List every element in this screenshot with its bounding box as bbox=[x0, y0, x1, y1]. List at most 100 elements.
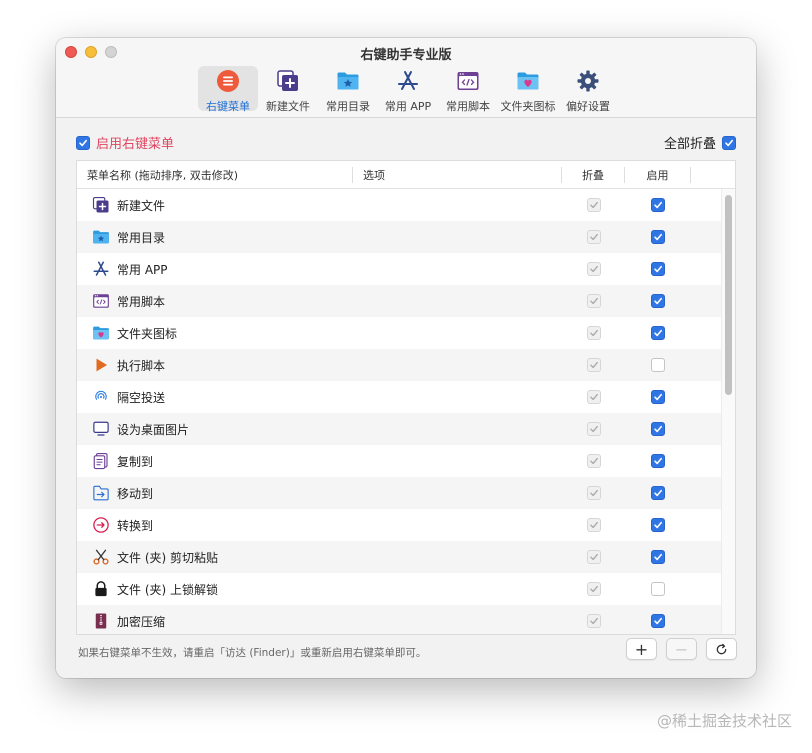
toolbar-tab-label: 右键菜单 bbox=[206, 100, 250, 113]
column-header-enable[interactable]: 启用 bbox=[625, 166, 691, 183]
table-row[interactable]: 复制到 bbox=[77, 445, 735, 477]
collapse-checkbox[interactable] bbox=[586, 582, 601, 596]
menu-table: 菜单名称 (拖动排序, 双击修改) 选项 折叠 启用 新建文件常用目录常用 AP… bbox=[76, 160, 736, 635]
enable-checkbox[interactable] bbox=[651, 326, 665, 340]
row-enable-cell bbox=[625, 518, 691, 532]
collapse-checkbox[interactable] bbox=[586, 294, 601, 308]
enable-checkbox[interactable] bbox=[651, 518, 665, 532]
row-collapse-cell bbox=[562, 422, 625, 436]
row-name-cell[interactable]: 设为桌面图片 bbox=[77, 419, 562, 439]
row-name-cell[interactable]: 文件夹图标 bbox=[77, 323, 562, 343]
enable-checkbox[interactable] bbox=[651, 422, 665, 436]
toolbar-tab-label: 偏好设置 bbox=[566, 100, 610, 113]
table-row[interactable]: 加密压缩 bbox=[77, 605, 735, 634]
collapse-checkbox[interactable] bbox=[586, 198, 601, 212]
collapse-all-label: 全部折叠 bbox=[663, 137, 716, 152]
folder-star-icon bbox=[91, 227, 111, 247]
toolbar-tab-menu[interactable]: 右键菜单 bbox=[198, 66, 258, 113]
row-name-cell[interactable]: 复制到 bbox=[77, 451, 562, 471]
enable-menu-checkbox[interactable] bbox=[76, 135, 90, 150]
row-name-cell[interactable]: 常用脚本 bbox=[77, 291, 562, 311]
table-body: 新建文件常用目录常用 APP 常用脚本文件夹图标执行脚本隔空投送设为桌面图片 复制到… bbox=[77, 189, 735, 634]
column-header-collapse[interactable]: 折叠 bbox=[562, 166, 625, 183]
collapse-checkbox[interactable] bbox=[586, 390, 601, 404]
enable-checkbox[interactable] bbox=[651, 486, 665, 500]
row-name-cell[interactable]: 执行脚本 bbox=[77, 355, 562, 375]
collapse-checkbox[interactable] bbox=[586, 614, 601, 628]
row-name-cell[interactable]: 文件 (夹) 剪切粘贴 bbox=[77, 547, 562, 567]
table-row[interactable]: 移动到 bbox=[77, 477, 735, 509]
row-collapse-cell bbox=[562, 262, 625, 276]
enable-checkbox[interactable] bbox=[651, 358, 665, 372]
vertical-scrollbar[interactable] bbox=[721, 189, 735, 634]
collapse-checkbox[interactable] bbox=[586, 486, 601, 500]
row-name-label: 执行脚本 bbox=[117, 358, 166, 373]
table-row[interactable]: 设为桌面图片 bbox=[77, 413, 735, 445]
table-row[interactable]: 新建文件 bbox=[77, 189, 735, 221]
toolbar-tab-script[interactable]: 常用脚本 bbox=[438, 66, 498, 113]
refresh-button[interactable] bbox=[706, 638, 737, 660]
table-row[interactable]: 执行脚本 bbox=[77, 349, 735, 381]
row-enable-cell bbox=[625, 454, 691, 468]
row-name-label: 文件夹图标 bbox=[117, 326, 178, 341]
table-row[interactable]: 常用脚本 bbox=[77, 285, 735, 317]
collapse-checkbox[interactable] bbox=[586, 262, 601, 276]
table-row[interactable]: 常用目录 bbox=[77, 221, 735, 253]
table-row[interactable]: 文件 (夹) 上锁解锁 bbox=[77, 573, 735, 605]
play-icon bbox=[91, 355, 111, 375]
enable-menu-row[interactable]: 启用右键菜单 bbox=[76, 133, 174, 152]
enable-checkbox[interactable] bbox=[651, 262, 665, 276]
row-name-cell[interactable]: 转换到 bbox=[77, 515, 562, 535]
collapse-checkbox[interactable] bbox=[586, 358, 601, 372]
row-enable-cell bbox=[625, 198, 691, 212]
enable-checkbox[interactable] bbox=[651, 294, 665, 308]
collapse-checkbox[interactable] bbox=[586, 550, 601, 564]
row-enable-cell bbox=[625, 390, 691, 404]
enable-checkbox[interactable] bbox=[651, 454, 665, 468]
row-enable-cell bbox=[625, 326, 691, 340]
toolbar-tab-gear[interactable]: 偏好设置 bbox=[558, 66, 618, 113]
collapse-all-row[interactable]: 全部折叠 bbox=[664, 133, 736, 152]
row-enable-cell bbox=[625, 358, 691, 372]
enable-checkbox[interactable] bbox=[651, 550, 665, 564]
row-name-cell[interactable]: 隔空投送 bbox=[77, 387, 562, 407]
row-name-cell[interactable]: 新建文件 bbox=[77, 195, 562, 215]
table-row[interactable]: 文件 (夹) 剪切粘贴 bbox=[77, 541, 735, 573]
enable-checkbox[interactable] bbox=[651, 198, 665, 212]
toolbar-tab-app-store[interactable]: 常用 APP bbox=[378, 66, 438, 113]
table-row[interactable]: 转换到 bbox=[77, 509, 735, 541]
toolbar-tab-folder-star[interactable]: 常用目录 bbox=[318, 66, 378, 113]
collapse-checkbox[interactable] bbox=[586, 518, 601, 532]
enable-checkbox[interactable] bbox=[651, 614, 665, 628]
collapse-all-checkbox[interactable] bbox=[722, 135, 736, 150]
row-collapse-cell bbox=[562, 486, 625, 500]
airdrop-icon bbox=[91, 387, 111, 407]
table-row[interactable]: 常用 APP bbox=[77, 253, 735, 285]
collapse-checkbox[interactable] bbox=[586, 326, 601, 340]
toolbar-tab-new-file[interactable]: 新建文件 bbox=[258, 66, 318, 113]
scrollbar-thumb[interactable] bbox=[725, 195, 732, 395]
add-button[interactable]: + bbox=[626, 638, 657, 660]
row-enable-cell bbox=[625, 582, 691, 596]
table-row[interactable]: 隔空投送 bbox=[77, 381, 735, 413]
enable-checkbox[interactable] bbox=[651, 230, 665, 244]
collapse-checkbox[interactable] bbox=[586, 230, 601, 244]
remove-button[interactable]: − bbox=[666, 638, 697, 660]
row-name-cell[interactable]: 移动到 bbox=[77, 483, 562, 503]
column-header-name[interactable]: 菜单名称 (拖动排序, 双击修改) bbox=[77, 166, 353, 183]
enable-checkbox[interactable] bbox=[651, 582, 665, 596]
row-name-cell[interactable]: 常用 APP bbox=[77, 259, 562, 279]
collapse-checkbox[interactable] bbox=[586, 454, 601, 468]
toolbar-tab-folder-heart[interactable]: 文件夹图标 bbox=[498, 66, 558, 113]
column-header-options[interactable]: 选项 bbox=[353, 166, 562, 183]
collapse-checkbox[interactable] bbox=[586, 422, 601, 436]
app-window: 右键助手专业版 右键菜单 新建文件 常用目录 常用 APP 常用脚本 文件夹图标 偏好设置 … bbox=[56, 38, 756, 678]
enable-checkbox[interactable] bbox=[651, 390, 665, 404]
table-row[interactable]: 文件夹图标 bbox=[77, 317, 735, 349]
row-enable-cell bbox=[625, 262, 691, 276]
row-name-cell[interactable]: 文件 (夹) 上锁解锁 bbox=[77, 579, 562, 599]
row-name-cell[interactable]: 常用目录 bbox=[77, 227, 562, 247]
row-collapse-cell bbox=[562, 550, 625, 564]
refresh-icon bbox=[716, 643, 727, 654]
row-name-cell[interactable]: 加密压缩 bbox=[77, 611, 562, 631]
